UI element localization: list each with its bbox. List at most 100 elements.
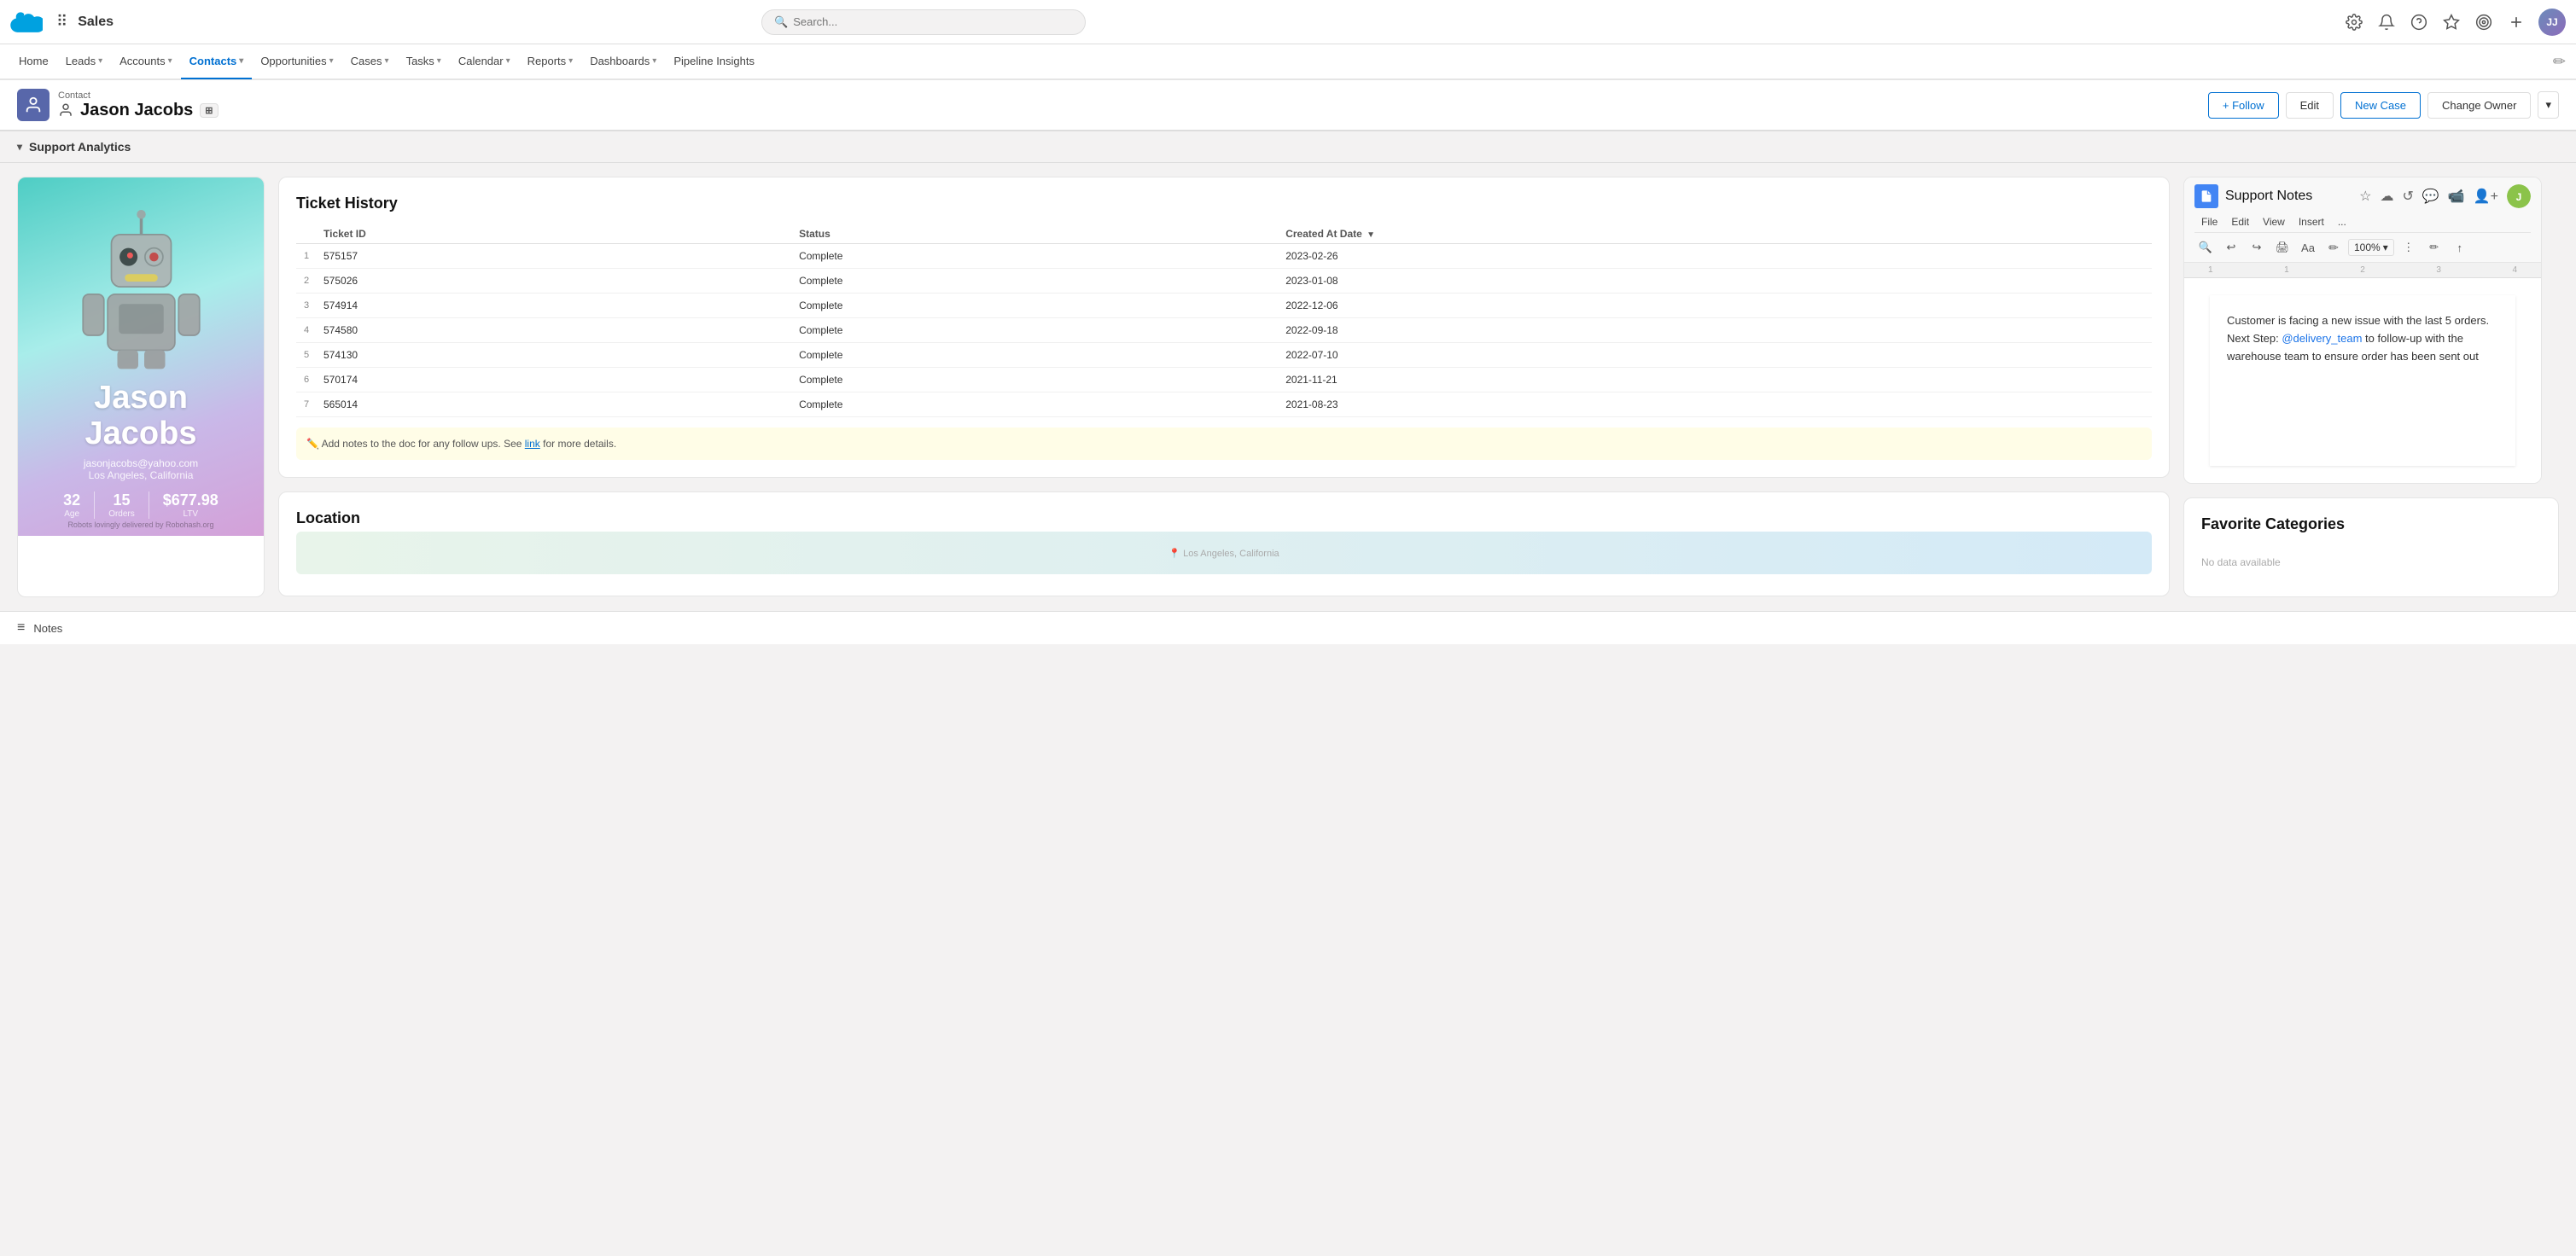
table-row: 5 574130 Complete 2022-07-10 xyxy=(296,343,2152,368)
cloud-icon[interactable]: ☁ xyxy=(2380,188,2393,205)
gdoc-zoom-dropdown[interactable]: 100% ▾ xyxy=(2348,239,2394,256)
row-num: 4 xyxy=(296,318,317,343)
gdoc-ruler: 1 1 2 3 4 xyxy=(2184,263,2541,278)
nav-item-accounts[interactable]: Accounts ▾ xyxy=(111,44,181,79)
video-icon[interactable]: 📹 xyxy=(2448,188,2465,205)
nav-menu: Home Leads ▾ Accounts ▾ Contacts ▾ Oppor… xyxy=(0,44,2576,80)
edit-button[interactable]: Edit xyxy=(2286,92,2334,119)
gdoc-tool-expand[interactable]: ↑ xyxy=(2449,236,2471,259)
row-num: 8 xyxy=(296,417,317,422)
row-num: 6 xyxy=(296,368,317,392)
nav-item-calendar[interactable]: Calendar ▾ xyxy=(450,44,519,79)
add-person-icon[interactable]: 👤+ xyxy=(2474,188,2498,205)
gdoc-tool-undo[interactable]: ↩ xyxy=(2220,236,2242,259)
nav-item-cases[interactable]: Cases ▾ xyxy=(342,44,398,79)
setup-icon[interactable] xyxy=(2344,12,2364,32)
gdoc-tool-more[interactable]: ⋮ xyxy=(2398,236,2420,259)
contact-badge[interactable]: ⊞ xyxy=(200,103,218,118)
gdoc-tool-bar: 🔍 ↩ ↪ 🖨 Aa ✏ 100% ▾ ⋮ ✏ ↑ xyxy=(2194,232,2531,262)
gdoc-tool-redo[interactable]: ↪ xyxy=(2246,236,2268,259)
row-ticket-id[interactable]: 575157 xyxy=(317,244,792,269)
star-bookmark-icon[interactable] xyxy=(2441,12,2462,32)
row-status: Complete xyxy=(792,294,1279,318)
history-icon[interactable]: ↺ xyxy=(2402,188,2413,205)
profile-location: Los Angeles, California xyxy=(89,469,194,481)
stat-orders: 15 Orders xyxy=(95,491,149,519)
gdoc-tool-search[interactable]: 🔍 xyxy=(2194,236,2217,259)
favorite-categories-card: Favorite Categories No data available xyxy=(2183,497,2559,597)
support-analytics-section-bar[interactable]: ▾ Support Analytics xyxy=(0,131,2576,163)
comment-icon[interactable]: 💬 xyxy=(2422,188,2439,205)
row-ticket-id[interactable]: 575026 xyxy=(317,269,792,294)
note-link[interactable]: link xyxy=(525,438,540,450)
nav-item-reports[interactable]: Reports ▾ xyxy=(519,44,582,79)
gdoc-menu-view[interactable]: View xyxy=(2256,213,2292,230)
gdoc-menu-insert[interactable]: Insert xyxy=(2292,213,2331,230)
user-avatar[interactable]: JJ xyxy=(2538,9,2566,36)
notes-label[interactable]: Notes xyxy=(33,622,62,635)
location-title: Location xyxy=(296,509,2152,527)
actions-dropdown-button[interactable]: ▾ xyxy=(2538,91,2559,119)
app-name: Sales xyxy=(78,15,114,30)
gdoc-tool-spellcheck[interactable]: Aa xyxy=(2297,236,2319,259)
gdoc-tool-pen[interactable]: ✏ xyxy=(2423,236,2445,259)
nav-more-icon[interactable]: ✏ xyxy=(2553,53,2566,71)
note-line2: Next Step: @delivery_team to follow-up w… xyxy=(2227,330,2498,366)
search-bar[interactable]: 🔍 xyxy=(761,9,1086,35)
row-ticket-id[interactable]: 574580 xyxy=(317,318,792,343)
nav-item-pipeline-insights[interactable]: Pipeline Insights xyxy=(665,44,763,79)
star-icon[interactable]: ☆ xyxy=(2359,188,2371,205)
top-bar: ⠿ Sales 🔍 JJ xyxy=(0,0,2576,44)
follow-button[interactable]: + Follow xyxy=(2208,92,2279,119)
nav-item-dashboards[interactable]: Dashboards ▾ xyxy=(581,44,665,79)
gdoc-menu-file[interactable]: File xyxy=(2194,213,2224,230)
col-date[interactable]: Created At Date ▼ xyxy=(1279,224,2152,244)
ticket-table-scroll[interactable]: Ticket ID Status Created At Date ▼ 1 575… xyxy=(296,224,2152,421)
search-input[interactable] xyxy=(793,15,1073,28)
nav-item-tasks[interactable]: Tasks ▾ xyxy=(398,44,450,79)
change-owner-button[interactable]: Change Owner xyxy=(2427,92,2531,119)
ticket-history-title: Ticket History xyxy=(296,195,2152,212)
contact-icon xyxy=(58,102,73,118)
chevron-down-icon: ▾ xyxy=(506,56,510,66)
gdoc-menu-more[interactable]: ... xyxy=(2331,213,2353,230)
nav-item-contacts[interactable]: Contacts ▾ xyxy=(181,44,253,79)
target-icon[interactable] xyxy=(2474,12,2494,32)
row-ticket-id[interactable]: 574130 xyxy=(317,343,792,368)
mention-delivery-team[interactable]: @delivery_team xyxy=(2282,332,2362,345)
row-ticket-id[interactable]: 570174 xyxy=(317,368,792,392)
col-ticket-id[interactable]: Ticket ID xyxy=(317,224,792,244)
new-case-button[interactable]: New Case xyxy=(2340,92,2421,119)
gdoc-header: Support Notes ☆ ☁ ↺ 💬 📹 👤+ J xyxy=(2194,184,2531,208)
row-date: 2022-09-18 xyxy=(1279,318,2152,343)
notification-icon[interactable] xyxy=(2376,12,2397,32)
row-ticket-id[interactable]: 565014 xyxy=(317,392,792,417)
gdoc-title: Support Notes xyxy=(2225,189,2312,204)
gdoc-toolbar: Support Notes ☆ ☁ ↺ 💬 📹 👤+ J File xyxy=(2184,177,2541,263)
row-num: 2 xyxy=(296,269,317,294)
table-row: 6 570174 Complete 2021-11-21 xyxy=(296,368,2152,392)
gdoc-menu-edit[interactable]: Edit xyxy=(2224,213,2256,230)
chevron-down-icon: ▾ xyxy=(385,56,389,66)
row-ticket-id[interactable]: 551989 xyxy=(317,417,792,422)
ticket-history-card: Ticket History Ticket ID Status Created … xyxy=(278,177,2170,478)
salesforce-logo[interactable] xyxy=(10,6,43,38)
gdoc-tool-print[interactable]: 🖨 xyxy=(2271,236,2293,259)
nav-item-leads[interactable]: Leads ▾ xyxy=(57,44,111,79)
row-ticket-id[interactable]: 574914 xyxy=(317,294,792,318)
col-status[interactable]: Status xyxy=(792,224,1279,244)
add-icon[interactable] xyxy=(2506,12,2526,32)
gdoc-tool-paint[interactable]: ✏ xyxy=(2322,236,2345,259)
breadcrumb: Contact xyxy=(58,90,2200,101)
nav-item-home[interactable]: Home xyxy=(10,44,57,79)
row-date: 2023-02-26 xyxy=(1279,244,2152,269)
nav-item-opportunities[interactable]: Opportunities ▾ xyxy=(252,44,341,79)
chevron-down-icon: ▾ xyxy=(568,56,573,66)
help-icon[interactable] xyxy=(2409,12,2429,32)
app-grid-icon[interactable]: ⠿ xyxy=(56,13,67,31)
gdoc-content[interactable]: Customer is facing a new issue with the … xyxy=(2184,278,2541,483)
robot-watermark: Robots lovingly delivered by Robohash.or… xyxy=(18,520,264,529)
svg-text:J: J xyxy=(2516,191,2522,203)
row-status: Complete xyxy=(792,417,1279,422)
profile-stats: 32 Age 15 Orders $677.98 LTV xyxy=(50,491,232,519)
